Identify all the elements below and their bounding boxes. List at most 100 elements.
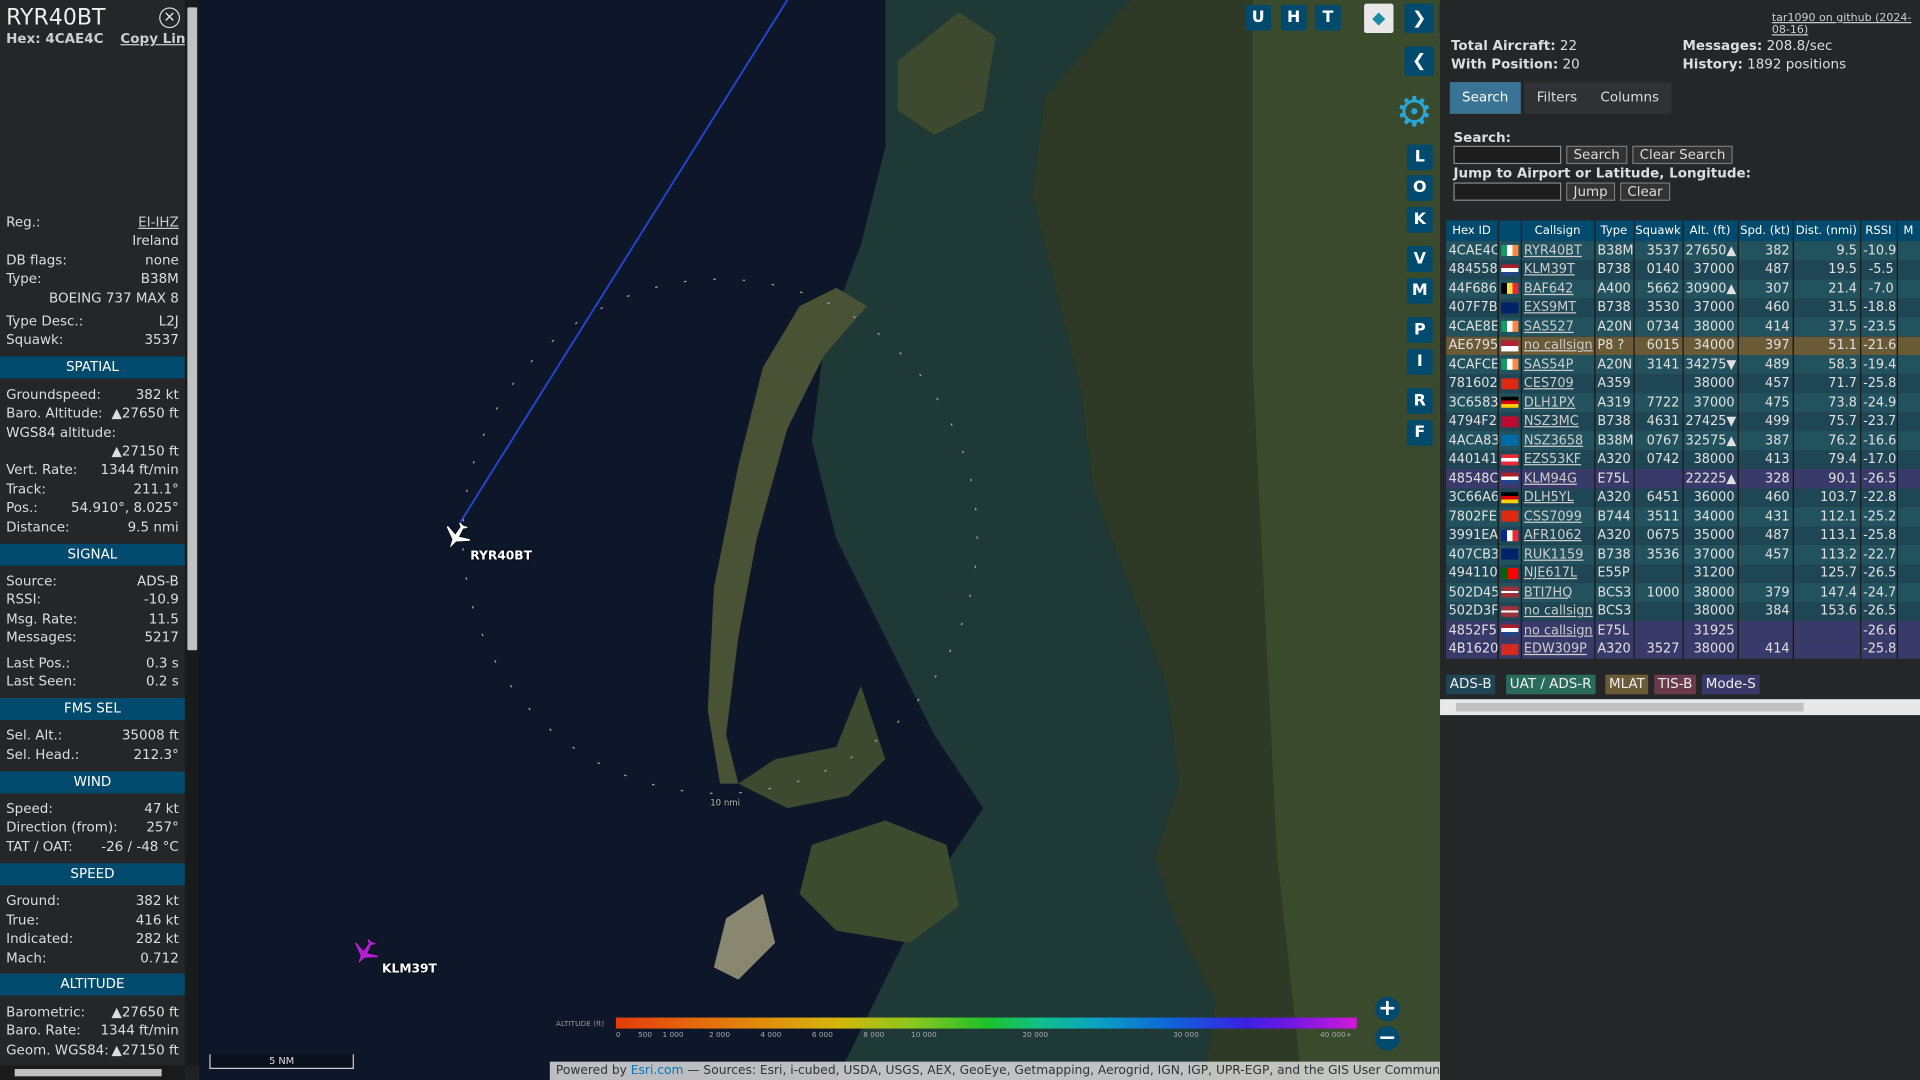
spatial-header[interactable]: SPATIAL [0, 356, 185, 379]
table-row[interactable]: 4B1620 EDW309P A320 3527 38000 414 -25.8 [1446, 639, 1920, 659]
callsign-link[interactable]: SAS54P [1520, 355, 1595, 375]
speed-header[interactable]: SPEED [0, 863, 185, 886]
wind-header[interactable]: WIND [0, 771, 185, 794]
table-row[interactable]: 3C6583 DLH1PX A319 7722 37000 475 73.8 -24.9 [1446, 393, 1920, 413]
map-button-p[interactable]: P [1406, 317, 1433, 343]
callsign-link[interactable]: BTI7HQ [1520, 582, 1595, 602]
map-button-v[interactable]: V [1406, 246, 1433, 272]
callsign-link[interactable]: EDW309P [1520, 639, 1595, 659]
table-row[interactable]: 3C66A6 DLH5YL A320 6451 36000 460 103.7 -22.8 [1446, 487, 1920, 507]
callsign-link[interactable]: KLM39T [1520, 260, 1595, 280]
callsign-link[interactable]: CSS7099 [1520, 506, 1595, 526]
column-header[interactable]: Hex ID [1446, 220, 1499, 242]
table-row[interactable]: 781602 CES709 A359 38000 457 71.7 -25.8 [1446, 374, 1920, 394]
callsign-link[interactable]: CES709 [1520, 374, 1595, 394]
callsign-link[interactable]: BAF642 [1520, 279, 1595, 299]
copy-link-button[interactable]: Copy Link [120, 31, 194, 47]
table-row[interactable]: AE6795 no callsign P8 ? 6015 34000 397 51.1 -21… [1446, 336, 1920, 356]
callsign-link[interactable]: NSZ3MC [1520, 412, 1595, 432]
tab-search[interactable]: Search [1449, 82, 1521, 114]
settings-gear-icon[interactable]: ⚙ [1392, 91, 1436, 135]
callsign-link[interactable]: NJE617L [1520, 563, 1595, 583]
callsign-link[interactable]: no callsign [1520, 601, 1595, 621]
zoom-in-button[interactable]: + [1375, 997, 1400, 1022]
column-header[interactable]: Callsign [1520, 220, 1595, 242]
column-header[interactable]: Squawk [1633, 220, 1684, 242]
table-row[interactable]: 48548C KLM94G E75L 22225▲ 328 90.1 -26.5 [1446, 468, 1920, 488]
callsign-link[interactable]: EZS53KF [1520, 450, 1595, 469]
column-header[interactable]: Dist. (nmi) [1792, 220, 1861, 242]
scrollbar-thumb[interactable] [14, 1068, 162, 1077]
callsign-link[interactable]: RYR40BT [1520, 241, 1595, 261]
table-row[interactable]: 3991EA AFR1062 A320 0675 35000 487 113.1 -25.8 [1446, 525, 1920, 545]
map-button-l[interactable]: L [1406, 144, 1433, 171]
tab-filters[interactable]: Filters [1524, 82, 1590, 114]
table-row[interactable]: 4794F2 NSZ3MC B738 4631 27425▼ 499 75.7 -23.7 [1446, 412, 1920, 432]
map-button-r[interactable]: R [1406, 388, 1433, 414]
aircraft-label-ryr40bt[interactable]: RYR40BT [470, 550, 532, 563]
layers-icon[interactable]: ◆ [1364, 3, 1394, 34]
map-button-t[interactable]: T [1315, 4, 1341, 31]
table-row[interactable]: 484558 KLM39T B738 0140 37000 487 19.5 -5.5 [1446, 260, 1920, 280]
table-row[interactable]: 407F7B EXS9MT B738 3530 37000 460 31.5 -18.8 [1446, 298, 1920, 318]
clear-search-button[interactable]: Clear Search [1632, 145, 1733, 165]
callsign-link[interactable]: AFR1062 [1520, 525, 1595, 545]
map-view[interactable]: RYR40BT KLM39T 10 nmi U H T ◆ ❯ ❮ ⚙ L O … [199, 0, 1441, 1080]
tab-columns[interactable]: Columns [1588, 82, 1672, 114]
map-button-k[interactable]: K [1406, 206, 1433, 233]
callsign-link[interactable]: KLM94G [1520, 468, 1595, 488]
search-input[interactable] [1453, 145, 1562, 165]
table-row[interactable]: 7802FE CSS7099 B744 3511 34000 431 112.1 -25.2 [1446, 506, 1920, 526]
chevron-left-icon[interactable]: ❮ [1404, 46, 1434, 76]
callsign-link[interactable]: RUK1159 [1520, 544, 1595, 564]
map-button-o[interactable]: O [1406, 175, 1433, 201]
table-row[interactable]: 4ACA83 NSZ3658 B38M 0767 32575▲ 387 76.2 -16.6 [1446, 431, 1920, 451]
signal-header[interactable]: SIGNAL [0, 543, 185, 566]
table-row[interactable]: 44F686 BAF642 A400 5662 30900▲ 307 21.4 -7.0 [1446, 279, 1920, 299]
scrollbar-thumb[interactable] [187, 7, 198, 651]
column-header[interactable]: Type [1594, 220, 1635, 242]
search-button[interactable]: Search [1566, 145, 1628, 165]
sidebar-horizontal-scrollbar[interactable] [0, 1065, 185, 1080]
map-button-u[interactable]: U [1245, 4, 1272, 31]
jump-input[interactable] [1453, 182, 1562, 201]
table-row[interactable]: 502D45 BTI7HQ BCS3 1000 38000 379 147.4 -24.7 [1446, 582, 1920, 602]
table-row[interactable]: 440141 EZS53KF A320 0742 38000 413 79.4 -17.0 [1446, 450, 1920, 469]
esri-link[interactable]: Esri.com [631, 1064, 684, 1077]
table-row[interactable]: 4852F5 no callsign E75L 31925 -26.6 [1446, 620, 1920, 640]
panel-horizontal-scrollbar[interactable] [1440, 699, 1920, 716]
reg-link[interactable]: EI-IHZ [138, 214, 179, 230]
table-row[interactable]: 407CB3 RUK1159 B738 3536 37000 457 113.2 -22.7 [1446, 544, 1920, 564]
clear-button[interactable]: Clear [1620, 182, 1670, 201]
table-row[interactable]: 4CAFCE SAS54P A20N 3141 34275▼ 489 58.3 -19.4 [1446, 355, 1920, 375]
callsign-link[interactable]: EXS9MT [1520, 298, 1595, 318]
column-header[interactable] [1497, 220, 1522, 242]
column-header[interactable]: Alt. (ft) [1682, 220, 1739, 242]
sidebar-vertical-scrollbar[interactable] [184, 0, 200, 1066]
table-row[interactable]: 4CAE4C RYR40BT B38M 3537 27650▲ 382 9.5 -10.9 [1446, 241, 1920, 261]
column-header[interactable]: RSSI [1860, 220, 1898, 242]
aircraft-label-klm39t[interactable]: KLM39T [382, 962, 437, 975]
callsign-link[interactable]: NSZ3658 [1520, 431, 1595, 451]
map-button-h[interactable]: H [1280, 4, 1307, 31]
fms-header[interactable]: FMS SEL [0, 697, 185, 721]
callsign-link[interactable]: no callsign [1520, 620, 1595, 640]
table-row[interactable]: 502D3F no callsign BCS3 38000 384 153.6 -26.5 [1446, 601, 1920, 621]
callsign-link[interactable]: SAS527 [1520, 317, 1595, 337]
column-header[interactable]: M [1896, 220, 1920, 242]
map-button-m[interactable]: M [1406, 277, 1433, 304]
map-button-f[interactable]: F [1406, 420, 1433, 446]
github-link[interactable]: tar1090 on github (2024-08-16) [1772, 12, 1920, 36]
table-row[interactable]: 494110 NJE617L E55P 31200 125.7 -26.5 [1446, 563, 1920, 583]
callsign-link[interactable]: DLH1PX [1520, 393, 1595, 413]
column-header[interactable]: Spd. (kt) [1737, 220, 1794, 242]
scrollbar-thumb[interactable] [1455, 702, 1804, 712]
table-row[interactable]: 4CAE8E SAS527 A20N 0734 38000 414 37.5 -23.5 [1446, 317, 1920, 337]
zoom-out-button[interactable]: − [1375, 1026, 1400, 1051]
chevron-right-icon[interactable]: ❯ [1404, 3, 1434, 34]
jump-button[interactable]: Jump [1566, 182, 1616, 201]
close-icon[interactable]: ✕ [159, 7, 181, 29]
callsign-link[interactable]: DLH5YL [1520, 487, 1595, 507]
callsign-link[interactable]: no callsign [1520, 336, 1595, 356]
altitude-header[interactable]: ALTITUDE [0, 973, 185, 996]
